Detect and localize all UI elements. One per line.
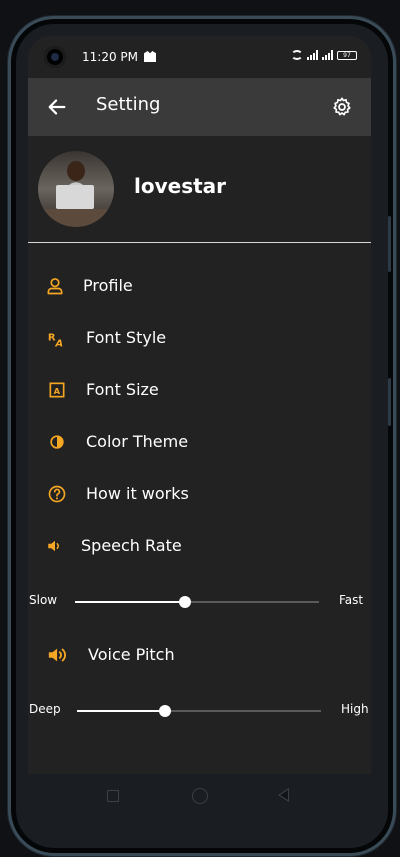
power-button: [388, 216, 391, 272]
username: lovestar: [134, 174, 227, 198]
svg-text:A: A: [54, 386, 61, 396]
signal-icon-2: [322, 50, 333, 60]
gear-icon[interactable]: [331, 96, 353, 118]
menu-label-font-size: Font Size: [86, 380, 159, 399]
avatar-desk: [38, 209, 114, 227]
speech-rate-max-label: Fast: [339, 593, 364, 607]
status-icons: 97: [291, 50, 357, 60]
speech-rate-track-fill: [75, 601, 185, 603]
status-time: 11:20 PM: [82, 50, 138, 64]
speech-rate-min-label: Slow: [29, 593, 58, 607]
svg-text:A: A: [54, 338, 63, 348]
hotspot-icon: [291, 50, 303, 60]
back-arrow-icon[interactable]: [46, 96, 68, 118]
avatar-person: [67, 161, 85, 181]
app-screen: 11:20 PM 97 Setting lovestar Profile R A…: [28, 36, 371, 774]
help-icon: [48, 485, 66, 503]
menu-label-font-style: Font Style: [86, 328, 167, 347]
color-theme-icon: [50, 435, 64, 449]
front-camera: [44, 46, 66, 68]
speaker-loud-icon: [48, 648, 66, 662]
menu-item-voice-pitch: Voice Pitch: [28, 635, 371, 675]
voice-pitch-thumb[interactable]: [159, 705, 171, 717]
system-back-button[interactable]: [278, 788, 289, 802]
notification-icon: [144, 51, 156, 62]
speaker-icon: [48, 540, 59, 552]
font-style-icon: R A: [48, 333, 63, 349]
volume-button: [388, 378, 391, 426]
system-nav-bar: [28, 774, 371, 820]
avatar-laptop: [56, 185, 94, 209]
menu-label-color-theme: Color Theme: [86, 432, 189, 451]
menu-item-font-size[interactable]: A Font Size: [28, 370, 371, 410]
menu-label-speech-rate: Speech Rate: [81, 536, 182, 555]
avatar[interactable]: [38, 151, 114, 227]
menu-label-profile: Profile: [83, 276, 133, 295]
menu-item-color-theme[interactable]: Color Theme: [28, 422, 371, 462]
menu-item-speech-rate: Speech Rate: [28, 526, 371, 566]
voice-pitch-slider-row: Deep High: [28, 699, 371, 723]
speech-rate-slider-row: Slow Fast: [28, 590, 371, 614]
status-bar: 11:20 PM 97: [28, 36, 371, 78]
battery-icon: 97: [337, 50, 357, 60]
app-bar: Setting: [28, 78, 371, 136]
menu-item-how-it-works[interactable]: How it works: [28, 474, 371, 514]
speech-rate-thumb[interactable]: [179, 596, 191, 608]
voice-pitch-max-label: High: [341, 702, 369, 716]
recent-apps-button[interactable]: [107, 790, 119, 802]
user-icon: [47, 278, 63, 295]
divider: [28, 242, 371, 243]
menu-item-profile[interactable]: Profile: [28, 266, 371, 306]
menu-label-voice-pitch: Voice Pitch: [88, 645, 175, 664]
menu-item-font-style[interactable]: R A Font Style: [28, 318, 371, 358]
home-button[interactable]: [192, 788, 208, 804]
font-size-icon: A: [49, 382, 65, 398]
signal-icon: [307, 50, 318, 60]
voice-pitch-track-fill: [77, 710, 165, 712]
profile-header[interactable]: lovestar: [28, 136, 371, 244]
page-title: Setting: [96, 94, 161, 115]
voice-pitch-min-label: Deep: [29, 702, 61, 716]
menu-label-how-it-works: How it works: [86, 484, 189, 503]
